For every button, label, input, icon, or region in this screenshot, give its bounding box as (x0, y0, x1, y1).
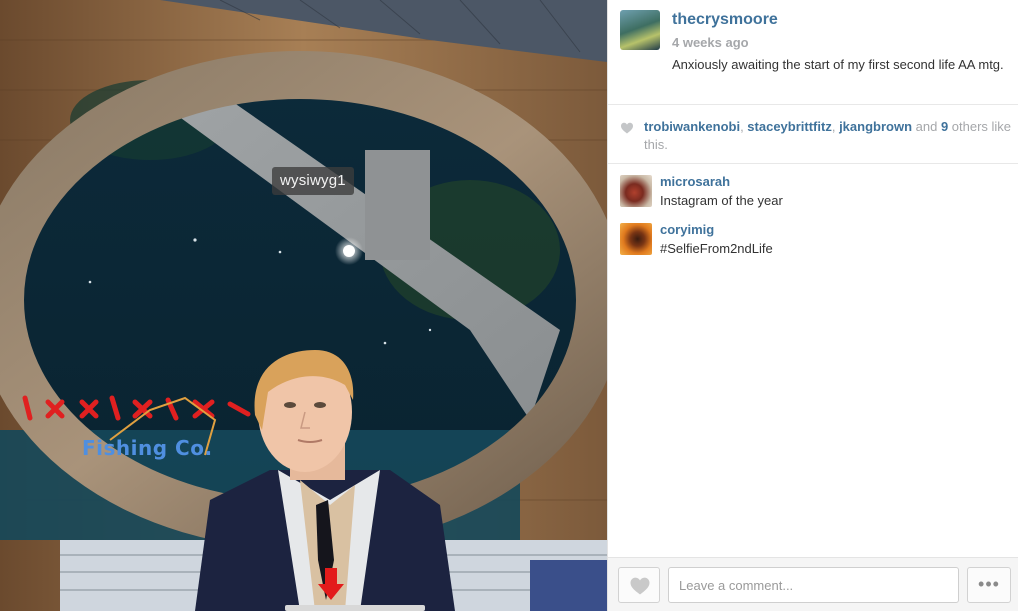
likes-section: trobiwankenobi, staceybrittfitz, jkangbr… (608, 104, 1018, 164)
comment-text: Instagram of the year (660, 193, 783, 208)
more-options-button[interactable]: ••• (967, 567, 1011, 603)
comments-list: microsarah Instagram of the year coryimi… (608, 170, 1018, 266)
like-button[interactable] (618, 567, 660, 603)
comment-text: #SelfieFrom2ndLife (660, 241, 773, 256)
owner-avatar[interactable] (620, 10, 660, 50)
post-caption: Anxiously awaiting the start of my first… (672, 57, 1004, 72)
owner-username[interactable]: thecrysmoore (672, 11, 778, 29)
comment-bar: ••• (608, 557, 1018, 611)
comment-input[interactable] (668, 567, 959, 603)
post-header: thecrysmoore 4 weeks ago Anxiously await… (608, 0, 1018, 104)
second-life-scene (0, 0, 607, 611)
like-user-2[interactable]: staceybrittfitz (747, 119, 832, 134)
like-user-3[interactable]: jkangbrown (839, 119, 912, 134)
post-timestamp[interactable]: 4 weeks ago (672, 35, 749, 50)
post-photo[interactable]: Fishing Co. wysiwyg1 (0, 0, 607, 611)
likes-text: trobiwankenobi, staceybrittfitz, jkangbr… (644, 118, 1014, 154)
commenter-avatar[interactable] (620, 175, 652, 207)
like-separator: , (831, 119, 840, 134)
heart-icon (630, 577, 650, 595)
commenter-avatar[interactable] (620, 223, 652, 255)
comment-username[interactable]: coryimig (660, 222, 714, 237)
heart-icon (621, 122, 633, 134)
post-details-panel: thecrysmoore 4 weeks ago Anxiously await… (607, 0, 1018, 611)
avatar-nametag: wysiwyg1 (272, 167, 354, 195)
comment-item: coryimig #SelfieFrom2ndLife (608, 218, 1018, 266)
comment-username[interactable]: microsarah (660, 174, 730, 189)
photo-scroll-handle (285, 605, 425, 611)
like-user-1[interactable]: trobiwankenobi (644, 119, 740, 134)
sign-fishing-co: Fishing Co. (82, 436, 213, 460)
comment-item: microsarah Instagram of the year (608, 170, 1018, 218)
ellipsis-icon: ••• (978, 574, 1000, 594)
likes-and: and (912, 119, 941, 134)
